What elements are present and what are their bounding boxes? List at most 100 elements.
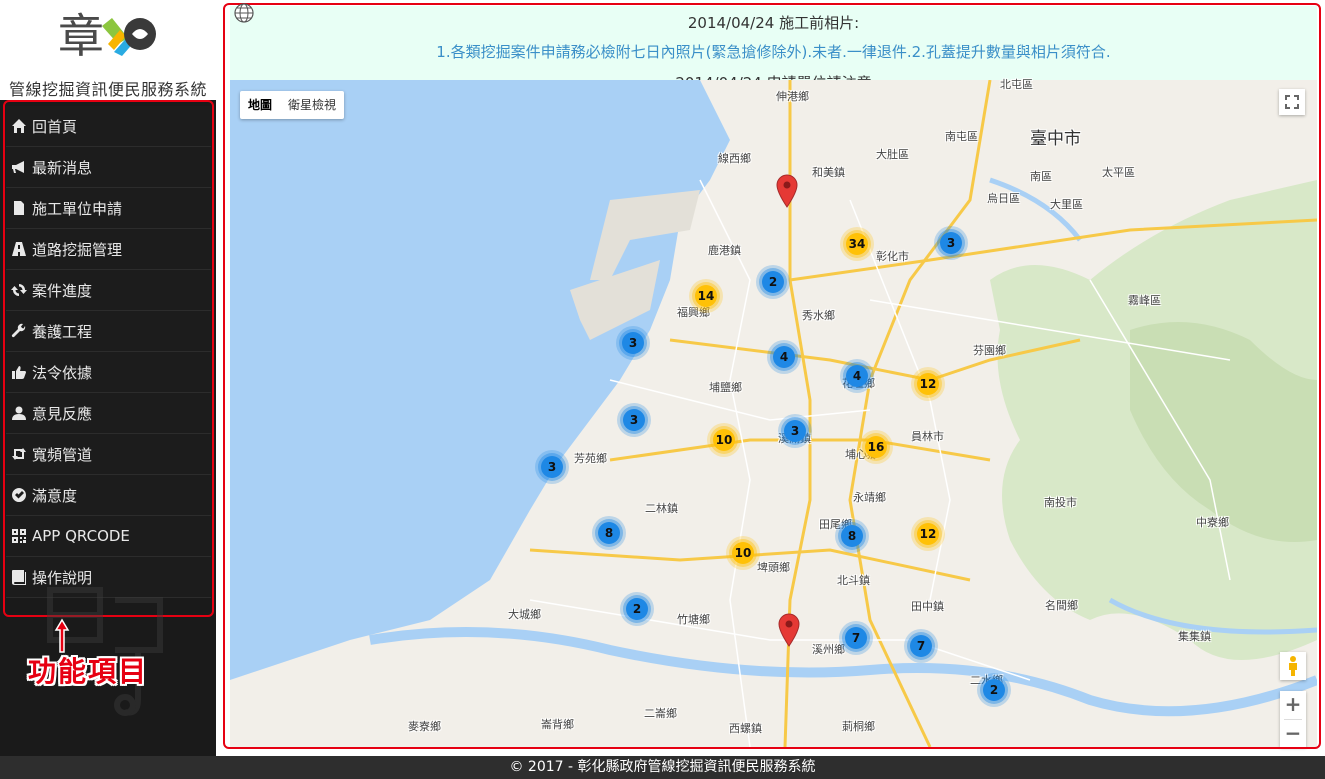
cluster-count: 14 [697, 289, 715, 303]
book-icon [10, 568, 28, 586]
map-cluster-marker[interactable]: 3 [933, 225, 969, 261]
annotation-label: 功能項目 [28, 655, 149, 688]
cluster-count: 16 [867, 440, 885, 454]
menu-item-label: 滿意度 [32, 486, 78, 505]
map-place-label: 大肚區 [876, 148, 909, 161]
map-place-label: 南屯區 [945, 130, 978, 143]
map-place-label: 永靖鄉 [853, 491, 886, 504]
cluster-count: 12 [919, 527, 937, 541]
map-place-label: 南區 [1030, 170, 1052, 183]
map-cluster-marker[interactable]: 3 [777, 413, 813, 449]
map-cluster-marker[interactable]: 12 [910, 516, 946, 552]
menu-item-label: 回首頁 [32, 117, 78, 136]
qrcode-icon [10, 527, 28, 545]
map-place-label: 鹿港鎮 [708, 244, 741, 257]
map-cluster-marker[interactable]: 2 [755, 264, 791, 300]
menu-item-maintenance[interactable]: 養護工程 [6, 311, 211, 352]
map-cluster-marker[interactable]: 7 [838, 620, 874, 656]
menu-item-app-qrcode[interactable]: APP QRCODE [6, 516, 211, 557]
zoom-in-button[interactable]: + [1280, 691, 1306, 719]
cluster-count: 4 [852, 369, 862, 383]
map-place-label: 二林鎮 [645, 502, 678, 515]
cluster-count: 4 [779, 350, 789, 364]
map-pin-icon[interactable] [778, 613, 800, 647]
map-cluster-marker[interactable]: 3 [615, 325, 651, 361]
map-place-label: 大里區 [1050, 198, 1083, 211]
map-cluster-marker[interactable]: 3 [616, 402, 652, 438]
wrench-icon [10, 322, 28, 340]
menu-item-label: 道路挖掘管理 [32, 240, 123, 259]
map-place-label: 集集鎮 [1178, 630, 1211, 643]
map-cluster-marker[interactable]: 34 [839, 226, 875, 262]
map-place-label: 南投市 [1044, 496, 1077, 509]
map-cluster-marker[interactable]: 8 [591, 515, 627, 551]
map-cluster-marker[interactable]: 3 [534, 449, 570, 485]
map-type-satellite-button[interactable]: 衛星檢視 [280, 91, 344, 119]
map-place-label: 竹塘鄉 [677, 613, 710, 626]
map-cluster-marker[interactable]: 7 [903, 628, 939, 664]
menu-item-satisfaction[interactable]: 滿意度 [6, 475, 211, 516]
cluster-count: 8 [604, 526, 614, 540]
map-place-label: 名間鄉 [1045, 599, 1078, 612]
footer: © 2017 - 彰化縣政府管線挖掘資訊便民服務系統 [0, 756, 1325, 779]
map-type-map-button[interactable]: 地圖 [240, 91, 280, 119]
map-cluster-marker[interactable]: 12 [910, 366, 946, 402]
menu-item-road-excavation[interactable]: 道路挖掘管理 [6, 229, 211, 270]
notice-marquee: 2014/04/24 施工前相片: 1.各類挖掘案件申請務必檢附七日內照片(緊急… [230, 6, 1317, 80]
megaphone-icon [10, 158, 28, 176]
menu-item-label: 寬頻管道 [32, 445, 93, 464]
cluster-count: 2 [632, 602, 642, 616]
menu-item-case-progress[interactable]: 案件進度 [6, 270, 211, 311]
map-pin-icon[interactable] [776, 174, 798, 208]
annotation-arrow-icon [54, 618, 70, 653]
sidebar-menu: 回首頁 最新消息 施工單位申請 道路挖掘管理 案件進度 養護工程 法令依據 意見… [6, 106, 211, 598]
map-cluster-marker[interactable]: 2 [976, 672, 1012, 708]
street-view-button[interactable] [1280, 652, 1306, 680]
menu-item-label: 最新消息 [32, 158, 93, 177]
menu-item-label: 養護工程 [32, 322, 93, 341]
map-place-label: 芳苑鄉 [574, 452, 607, 465]
cluster-count: 10 [734, 546, 752, 560]
menu-item-feedback[interactable]: 意見反應 [6, 393, 211, 434]
map-cluster-marker[interactable]: 14 [688, 278, 724, 314]
notice-next-title: 2014/04/24 申請單位請注意 [230, 72, 1317, 80]
map-place-label: 大城鄉 [508, 608, 541, 621]
zoom-out-button[interactable]: − [1280, 720, 1306, 748]
fullscreen-icon [1285, 95, 1299, 109]
globe-icon[interactable] [233, 2, 255, 24]
map-cluster-marker[interactable]: 4 [766, 339, 802, 375]
map-canvas[interactable] [230, 80, 1317, 747]
map-cluster-marker[interactable]: 2 [619, 591, 655, 627]
cluster-count: 3 [547, 460, 557, 474]
map-cluster-marker[interactable]: 10 [706, 422, 742, 458]
map-place-label: 北斗鎮 [837, 574, 870, 587]
menu-item-home[interactable]: 回首頁 [6, 106, 211, 147]
map-cluster-marker[interactable]: 16 [858, 429, 894, 465]
brand-title: 管線挖掘資訊便民服務系統 [8, 80, 207, 99]
menu-item-news[interactable]: 最新消息 [6, 147, 211, 188]
menu-item-regulations[interactable]: 法令依據 [6, 352, 211, 393]
map-place-label: 彰化市 [876, 250, 909, 263]
map-cluster-marker[interactable]: 8 [834, 518, 870, 554]
map-place-label: 霧峰區 [1128, 294, 1161, 307]
map-place-label: 埤頭鄉 [757, 561, 790, 574]
cluster-count: 10 [715, 433, 733, 447]
svg-text:章: 章 [58, 9, 104, 63]
menu-item-label: 意見反應 [32, 404, 93, 423]
file-icon [10, 199, 28, 217]
notice-body[interactable]: 1.各類挖掘案件申請務必檢附七日內照片(緊急搶修除外).未者.一律退件.2.孔蓋… [230, 41, 1317, 62]
cluster-count: 3 [629, 413, 639, 427]
cluster-count: 3 [628, 336, 638, 350]
cluster-count: 2 [989, 683, 999, 697]
menu-item-broadband-conduit[interactable]: 寬頻管道 [6, 434, 211, 475]
map-place-label: 芬園鄉 [973, 344, 1006, 357]
map-cluster-marker[interactable]: 4 [839, 358, 875, 394]
map-place-label: 烏日區 [987, 192, 1020, 205]
map-place-label: 北屯區 [1000, 78, 1033, 91]
retweet-icon [10, 445, 28, 463]
map-cluster-marker[interactable]: 10 [725, 535, 761, 571]
menu-item-contractor-apply[interactable]: 施工單位申請 [6, 188, 211, 229]
thumbs-up-icon [10, 363, 28, 381]
map-place-label: 西螺鎮 [729, 722, 762, 735]
fullscreen-button[interactable] [1279, 89, 1305, 115]
